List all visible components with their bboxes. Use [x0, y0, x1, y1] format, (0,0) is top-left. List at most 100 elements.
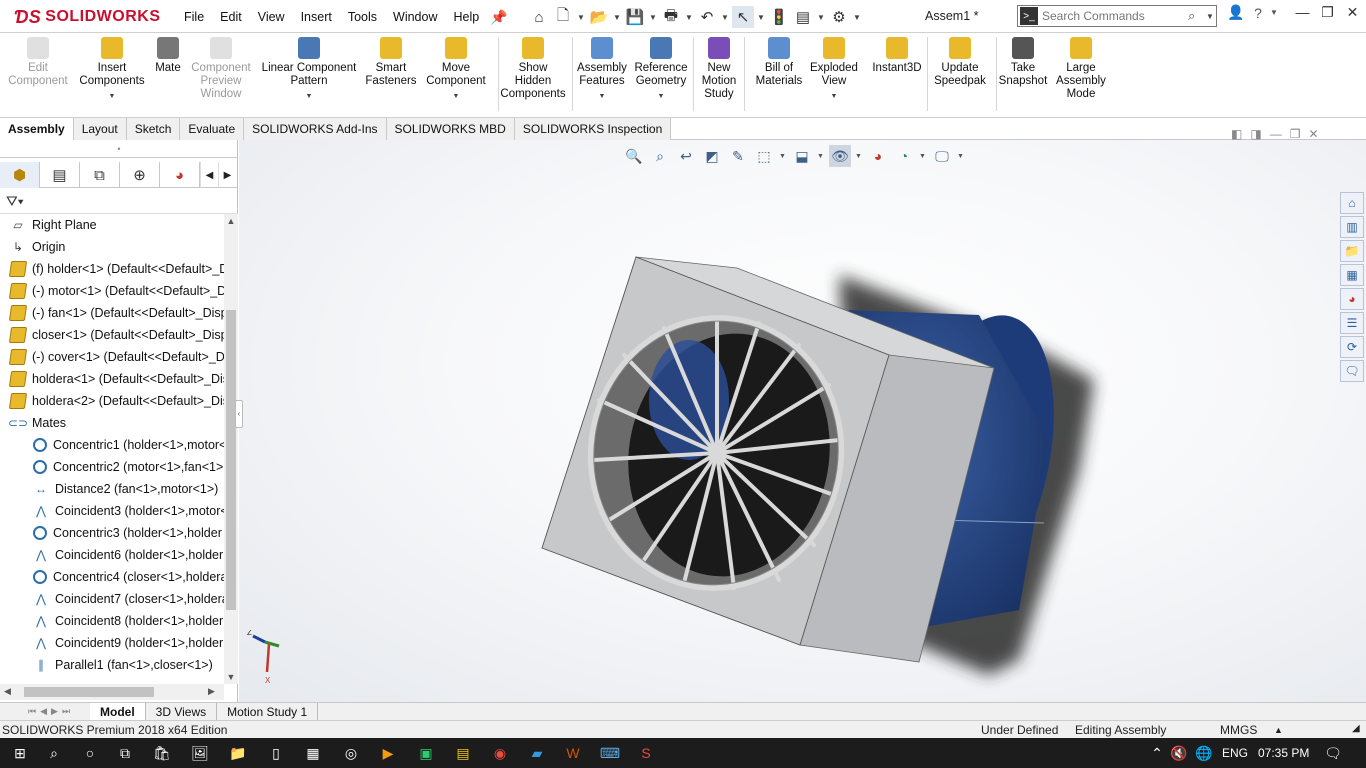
menu-insert[interactable]: Insert	[293, 10, 340, 24]
select-icon[interactable]: ↖	[732, 6, 754, 28]
custom-properties-icon[interactable]: ☰	[1340, 312, 1364, 334]
tree-item[interactable]: ⋀ Coincident8 (holder<1>,holder	[0, 610, 224, 632]
menu-file[interactable]: File	[176, 10, 212, 24]
open-icon[interactable]: 📂	[588, 6, 610, 28]
restore-icon[interactable]: ❐	[1290, 127, 1301, 141]
chevron-down-icon[interactable]: ▼	[816, 13, 826, 22]
new-document-icon[interactable]: 🗋	[552, 6, 574, 28]
design-library-icon[interactable]: ▥	[1340, 216, 1364, 238]
search-icon[interactable]: ⌕	[44, 743, 64, 763]
exploded-view-button[interactable]: Exploded View ▼	[806, 37, 861, 103]
chevron-down-icon[interactable]: ▼	[648, 13, 658, 22]
chevron-down-icon[interactable]: ▼	[453, 90, 460, 103]
tabs-scroll-right-icon[interactable]: ▶	[218, 162, 236, 188]
sticky-notes-icon[interactable]: ▤	[453, 743, 473, 763]
reference-geometry-button[interactable]: Reference Geometry ▼	[630, 37, 692, 103]
close-icon[interactable]: ✕	[1340, 4, 1365, 21]
chrome-icon[interactable]: ◉	[490, 743, 510, 763]
property-manager-tab-icon[interactable]: ▤	[40, 162, 80, 188]
scrollbar-thumb[interactable]	[24, 687, 154, 697]
chevron-up-icon[interactable]: ⌃	[1147, 743, 1167, 763]
chevron-down-icon[interactable]: ▼	[831, 90, 838, 103]
appearances-icon[interactable]: ◕	[1340, 288, 1364, 310]
help-icon[interactable]: ?	[1247, 5, 1269, 21]
display-manager-tab-icon[interactable]: ◕	[160, 162, 200, 188]
tree-item[interactable]: ⋀ Coincident9 (holder<1>,holder	[0, 632, 224, 654]
chevron-down-icon[interactable]: ▼	[306, 90, 313, 103]
store-icon[interactable]: 🛍	[152, 743, 172, 763]
tile-right-icon[interactable]: ◨	[1250, 127, 1261, 141]
tree-item[interactable]: (-) fan<1> (Default<<Default>_Disp	[0, 302, 224, 324]
network-icon[interactable]: 🌐	[1194, 743, 1214, 763]
tree-item[interactable]: (-) cover<1> (Default<<Default>_D	[0, 346, 224, 368]
scroll-right-icon[interactable]: ▶	[208, 686, 215, 697]
media-icon[interactable]: ◎	[341, 743, 361, 763]
tab-solidworks-inspection[interactable]: SOLIDWORKS Inspection	[514, 118, 672, 140]
keyboard-icon[interactable]: ⌨	[600, 743, 620, 763]
tab-sketch[interactable]: Sketch	[126, 118, 181, 140]
unit-system[interactable]: MMGS	[1220, 723, 1257, 737]
tree-item[interactable]: (f) holder<1> (Default<<Default>_D	[0, 258, 224, 280]
solidworks-taskbar-icon[interactable]: S	[636, 743, 656, 763]
chevron-down-icon[interactable]: ▼	[576, 13, 586, 22]
component-preview-window-button[interactable]: Component Preview Window	[190, 37, 252, 101]
view-palette-icon[interactable]: ▦	[1340, 264, 1364, 286]
large-assembly-mode-button[interactable]: Large Assembly Mode	[1053, 37, 1108, 101]
graphics-area[interactable]: ◧ ◨ — ❐ ✕ 🔍 ⌕ ↩ ◩ ✎ ⬚ ▼ ⬓ ▼ 👁 ▼ ◕ ◔ ▼ 🖵 ▼ ‹	[235, 127, 1366, 702]
assembly-features-button[interactable]: Assembly Features ▼	[574, 37, 629, 103]
scroll-down-icon[interactable]: ▼	[224, 672, 238, 682]
menu-edit[interactable]: Edit	[212, 10, 250, 24]
tree-item[interactable]: ↔ Distance2 (fan<1>,motor<1>)	[0, 478, 224, 500]
windows-start-icon[interactable]: ⊞	[10, 743, 30, 763]
fan-assembly-model[interactable]	[239, 140, 1366, 702]
tree-item[interactable]: (-) motor<1> (Default<<Default>_D	[0, 280, 224, 302]
tab-model[interactable]: Model	[90, 702, 146, 721]
tree-item[interactable]: Concentric3 (holder<1>,holder	[0, 522, 224, 544]
next-tab-icon[interactable]: ▶	[51, 706, 58, 717]
user-icon[interactable]: 👤	[1225, 4, 1247, 21]
chevron-down-icon[interactable]: ▼	[109, 90, 116, 103]
save-icon[interactable]: 💾	[624, 6, 646, 28]
scrollbar-thumb[interactable]	[226, 310, 236, 610]
insert-components-button[interactable]: Insert Components ▼	[78, 37, 146, 103]
pin-icon[interactable]: 📌	[490, 9, 507, 26]
menu-help[interactable]: Help	[446, 10, 488, 24]
tree-item[interactable]: ⊂⊃ Mates	[0, 412, 224, 434]
bill-of-materials-button[interactable]: Bill of Materials	[748, 37, 810, 88]
chevron-down-icon[interactable]: ▼	[599, 90, 606, 103]
search-commands-field[interactable]: >_ Search Commands ⌕ ▼	[1017, 5, 1217, 27]
tab-layout[interactable]: Layout	[73, 118, 127, 140]
show-hidden-components-button[interactable]: Show Hidden Components	[499, 37, 567, 101]
file-explorer-icon[interactable]: 📁	[1340, 240, 1364, 262]
clock[interactable]: 07:35 PM	[1258, 746, 1309, 760]
task-view-icon[interactable]: ⧉	[115, 743, 135, 763]
solidworks-logo[interactable]: ƊS SOLIDWORKS	[14, 5, 160, 29]
chevron-down-icon[interactable]: ▼	[658, 90, 665, 103]
instant3d-button[interactable]: Instant3D	[866, 37, 928, 75]
previous-tab-icon[interactable]: ◀	[40, 706, 47, 717]
new-motion-study-button[interactable]: New Motion Study	[698, 37, 740, 101]
tree-item[interactable]: Concentric1 (holder<1>,motor<	[0, 434, 224, 456]
chevron-down-icon[interactable]: ▼	[1269, 8, 1279, 17]
tab-3d-views[interactable]: 3D Views	[146, 702, 218, 721]
move-component-button[interactable]: Move Component ▼	[425, 37, 487, 103]
tree-vertical-scrollbar[interactable]: ▲ ▼	[224, 214, 238, 684]
file-properties-icon[interactable]: ▤	[792, 6, 814, 28]
chevron-down-icon[interactable]: ▼	[612, 13, 622, 22]
chevron-down-icon[interactable]: ▼	[684, 13, 694, 22]
minimize-icon[interactable]: —	[1290, 4, 1315, 21]
chat-icon[interactable]: 🗨	[1340, 360, 1364, 382]
scroll-up-icon[interactable]: ▲	[224, 216, 238, 226]
calculator-icon[interactable]: ▦	[303, 743, 323, 763]
tree-horizontal-scrollbar[interactable]: ◀ ▶	[0, 684, 224, 700]
tree-item[interactable]: Concentric2 (motor<1>,fan<1>	[0, 456, 224, 478]
take-snapshot-button[interactable]: Take Snapshot	[995, 37, 1050, 88]
dimxpert-manager-tab-icon[interactable]: ⊕	[120, 162, 160, 188]
language-indicator[interactable]: ENG	[1222, 746, 1248, 760]
tab-evaluate[interactable]: Evaluate	[180, 118, 245, 140]
tree-item[interactable]: ▱ Right Plane	[0, 214, 224, 236]
last-tab-icon[interactable]: ⏭	[62, 706, 70, 717]
tree-item[interactable]: Concentric4 (closer<1>,holdera	[0, 566, 224, 588]
chevron-down-icon[interactable]: ▼	[720, 13, 730, 22]
search-icon[interactable]: ⌕	[1188, 8, 1206, 24]
